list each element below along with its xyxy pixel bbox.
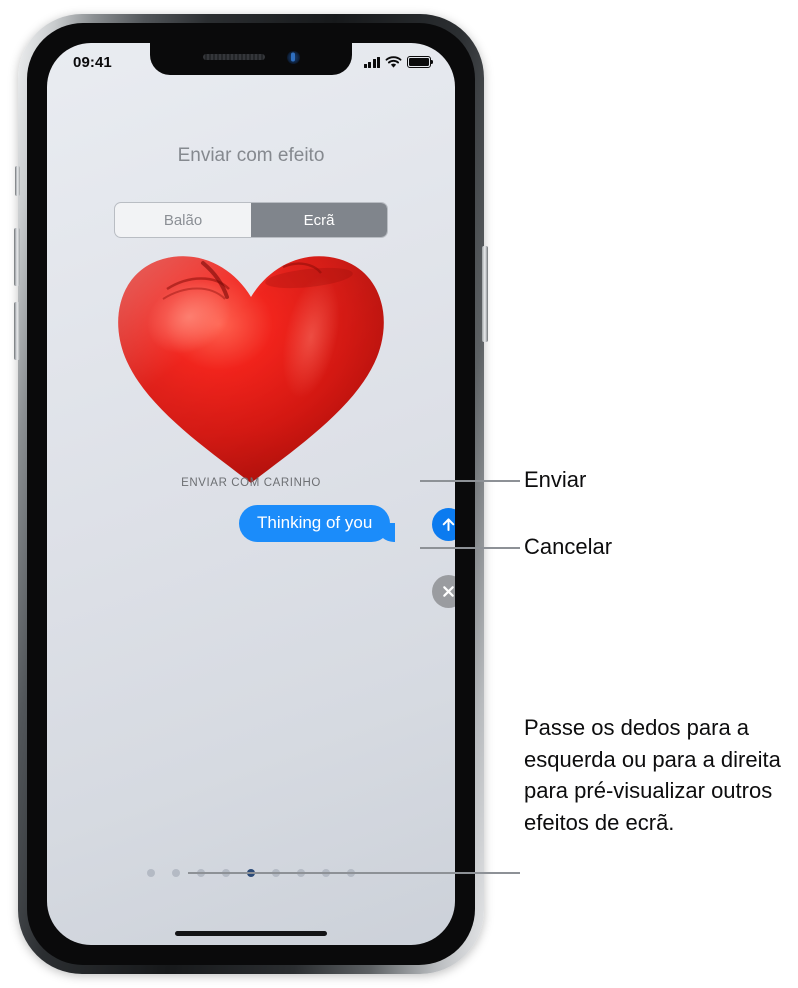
heart-balloon-effect: [118, 256, 384, 483]
device-bezel: 09:41 Enviar com efeito Balão Ecrã ENVIA…: [27, 23, 475, 965]
page-dot[interactable]: [147, 869, 155, 877]
battery-icon: [407, 56, 431, 68]
wifi-icon: [385, 55, 402, 68]
page-title: Enviar com efeito: [177, 145, 325, 166]
message-bubble: Thinking of you: [239, 505, 396, 542]
device-screen: 09:41 Enviar com efeito Balão Ecrã ENVIA…: [47, 43, 455, 945]
segment-ecra[interactable]: Ecrã: [251, 203, 387, 237]
effect-type-segmented-control[interactable]: Balão Ecrã: [114, 202, 388, 238]
volume-up-button[interactable]: [14, 228, 20, 286]
power-button[interactable]: [482, 246, 488, 342]
callout-label-swipe: Passe os dedos para a esquerda ou para a…: [524, 715, 781, 835]
callout-label-cancel: Cancelar: [524, 534, 613, 559]
close-x-icon: [443, 586, 454, 597]
device-notch: [150, 43, 352, 75]
segment-balao[interactable]: Balão: [115, 203, 251, 237]
battery-fill: [409, 58, 429, 66]
iphone-device-frame: 09:41 Enviar com efeito Balão Ecrã ENVIA…: [14, 14, 488, 974]
front-camera-icon: [286, 50, 300, 64]
status-icons: [363, 55, 431, 69]
callout-leader-line-send: [420, 480, 520, 482]
mute-switch-button[interactable]: [15, 166, 20, 196]
status-time: 09:41: [73, 53, 112, 71]
home-indicator[interactable]: [175, 931, 327, 936]
arrow-up-icon: [442, 518, 455, 531]
cancel-button[interactable]: [432, 575, 455, 608]
send-button[interactable]: [432, 508, 455, 541]
callout-leader-line-swipe: [188, 872, 520, 874]
volume-down-button[interactable]: [14, 302, 20, 360]
cellular-signal-icon: [363, 56, 380, 68]
callout-leader-line-cancel: [420, 547, 520, 549]
effect-caption: ENVIAR COM CARINHO: [181, 477, 321, 489]
earpiece-speaker-icon: [202, 54, 265, 60]
callout-label-send: Enviar: [524, 467, 587, 492]
page-dot[interactable]: [172, 869, 180, 877]
